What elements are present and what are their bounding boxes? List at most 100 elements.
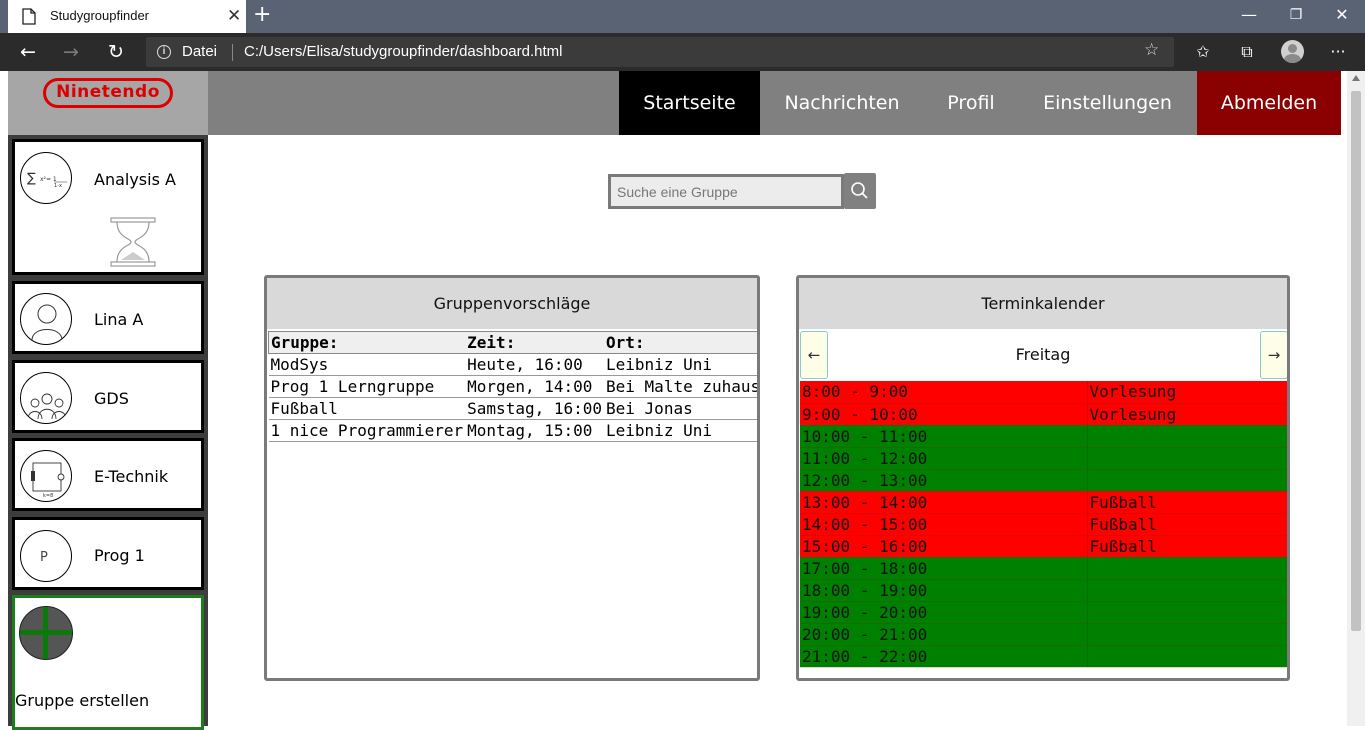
group-cell: 1 nice Programmierer	[268, 419, 466, 442]
ninetendo-logo[interactable]: Ninetendo	[43, 78, 173, 108]
group-sidebar: ∑ x²= 1 1-x Analysis A Lina A GDS k=8 E-…	[8, 135, 208, 730]
tab-title: Studygroupfinder	[50, 8, 150, 23]
url-field[interactable]: i Datei C:/Users/Elisa/studygroupfinder/…	[146, 37, 1174, 67]
search-button[interactable]	[844, 173, 876, 209]
slot-time: 14:00 - 15:00	[800, 513, 1087, 536]
prev-day-button[interactable]: ←	[800, 331, 828, 379]
time-slots-table: 8:00 - 9:00 Vorlesung 9:00 - 10:00 Vorlesun…	[800, 381, 1287, 668]
create-group-button[interactable]: Gruppe erstellen	[12, 595, 204, 730]
time-slot-row[interactable]: 18:00 - 19:00	[800, 579, 1287, 602]
slot-event: Fußball	[1086, 535, 1287, 558]
more-menu-icon[interactable]: ···	[1326, 40, 1350, 64]
page-gutter	[0, 71, 8, 726]
column-header: Zeit:	[465, 331, 605, 354]
calendar-panel: Terminkalender Freitag ← → 8:00 - 9:00 Vo…	[796, 275, 1290, 681]
nav-profil[interactable]: Profil	[926, 71, 1016, 135]
column-header: Ort:	[604, 331, 757, 354]
nav-einstellungen[interactable]: Einstellungen	[1026, 71, 1189, 135]
slot-event	[1086, 645, 1287, 668]
group-name: Lina A	[94, 310, 144, 329]
table-row[interactable]: ModSys Heute, 16:00 Leibniz Uni	[268, 353, 757, 376]
slot-time: 19:00 - 20:00	[800, 601, 1087, 624]
minimize-icon[interactable]: —	[1234, 4, 1264, 28]
url-scheme-label: Datei	[182, 43, 218, 60]
search-icon	[851, 182, 868, 199]
slot-event: Vorlesung	[1086, 403, 1287, 426]
nav-startseite[interactable]: Startseite	[619, 71, 760, 135]
slot-time: 11:00 - 12:00	[800, 447, 1087, 470]
svg-text:P: P	[40, 550, 48, 565]
slot-event: Vorlesung	[1086, 381, 1287, 404]
group-card-lina-a[interactable]: Lina A	[12, 281, 204, 354]
new-tab-icon[interactable]: +	[253, 3, 271, 27]
letter-p-icon: P	[20, 530, 72, 582]
time-slot-row[interactable]: 20:00 - 21:00	[800, 623, 1287, 646]
time-slot-row[interactable]: 12:00 - 13:00	[800, 469, 1287, 492]
back-icon[interactable]: ←	[16, 40, 40, 64]
url-divider	[232, 44, 233, 61]
group-card-analysis-a[interactable]: ∑ x²= 1 1-x Analysis A	[12, 139, 204, 275]
group-card-gds[interactable]: GDS	[12, 360, 204, 433]
logout-button[interactable]: Abmelden	[1197, 71, 1341, 135]
group-cell: Prog 1 Lerngruppe	[268, 375, 466, 398]
table-row[interactable]: Prog 1 Lerngruppe Morgen, 14:00 Bei Malt…	[268, 375, 757, 398]
slot-time: 9:00 - 10:00	[800, 403, 1087, 426]
top-navigation: Startseite Nachrichten Profil Einstellun…	[208, 71, 1341, 135]
nav-nachrichten[interactable]: Nachrichten	[764, 71, 920, 135]
close-window-icon[interactable]: ✕	[1327, 4, 1357, 28]
time-slot-row[interactable]: 9:00 - 10:00 Vorlesung	[800, 403, 1287, 426]
page-scrollbar[interactable]	[1347, 71, 1365, 726]
group-card-prog-1[interactable]: P Prog 1	[12, 517, 204, 590]
scroll-thumb[interactable]	[1351, 91, 1361, 631]
suggestions-panel: Gruppenvorschläge Gruppe: Zeit: Ort: Mod…	[264, 275, 760, 681]
slot-event	[1086, 425, 1287, 448]
logo-area: Ninetendo	[8, 71, 208, 135]
scroll-up-arrow-icon[interactable]	[1352, 75, 1360, 81]
time-cell: Montag, 15:00	[465, 419, 605, 442]
profile-avatar-icon[interactable]	[1281, 40, 1304, 63]
time-slot-row[interactable]: 10:00 - 11:00	[800, 425, 1287, 448]
current-day: Freitag	[1015, 345, 1071, 364]
person-icon	[20, 293, 72, 345]
time-slot-row[interactable]: 8:00 - 9:00 Vorlesung	[800, 381, 1287, 404]
slot-time: 12:00 - 13:00	[800, 469, 1087, 492]
group-name: Analysis A	[94, 170, 176, 189]
svg-text:∑: ∑	[27, 171, 36, 186]
math-formula-icon: ∑ x²= 1 1-x	[20, 152, 72, 204]
group-name: Prog 1	[94, 546, 145, 565]
close-tab-icon[interactable]: ✕	[227, 6, 241, 26]
refresh-icon[interactable]: ↻	[104, 40, 128, 64]
table-row[interactable]: Fußball Samstag, 16:00 Bei Jonas	[268, 397, 757, 420]
favorites-list-icon[interactable]: ✩	[1191, 40, 1215, 64]
info-icon[interactable]: i	[157, 45, 171, 59]
plus-icon	[19, 606, 73, 660]
search-input[interactable]	[608, 174, 844, 209]
maximize-icon[interactable]: ❐	[1281, 4, 1311, 28]
svg-text:1-x: 1-x	[54, 183, 62, 189]
favorite-star-icon[interactable]: ☆	[1144, 40, 1159, 60]
time-slot-row[interactable]: 11:00 - 12:00	[800, 447, 1287, 470]
group-name: E-Technik	[94, 467, 169, 486]
time-slot-row[interactable]: 17:00 - 18:00	[800, 557, 1287, 580]
slot-time: 13:00 - 14:00	[800, 491, 1087, 514]
table-row[interactable]: 1 nice Programmierer Montag, 15:00 Leibn…	[268, 419, 757, 442]
slot-time: 15:00 - 16:00	[800, 535, 1087, 558]
browser-tab[interactable]: Studygroupfinder ✕	[8, 0, 246, 33]
group-card-e-technik[interactable]: k=8 E-Technik	[12, 438, 204, 511]
time-cell: Heute, 16:00	[465, 353, 605, 376]
create-group-label: Gruppe erstellen	[15, 691, 150, 710]
slot-event	[1086, 557, 1287, 580]
time-slot-row[interactable]: 21:00 - 22:00	[800, 645, 1287, 668]
time-slot-row[interactable]: 13:00 - 14:00 Fußball	[800, 491, 1287, 514]
url-text[interactable]: C:/Users/Elisa/studygroupfinder/dashboar…	[244, 43, 563, 60]
day-navigator: Freitag ← →	[799, 329, 1287, 381]
forward-icon[interactable]: →	[59, 40, 83, 64]
time-slot-row[interactable]: 14:00 - 15:00 Fußball	[800, 513, 1287, 536]
collections-icon[interactable]: ⧉	[1235, 40, 1259, 64]
circuit-icon: k=8	[20, 450, 72, 502]
time-slot-row[interactable]: 15:00 - 16:00 Fußball	[800, 535, 1287, 558]
people-group-icon	[20, 372, 72, 424]
time-slot-row[interactable]: 19:00 - 20:00	[800, 601, 1287, 624]
slot-event: Fußball	[1086, 491, 1287, 514]
next-day-button[interactable]: →	[1260, 331, 1287, 379]
